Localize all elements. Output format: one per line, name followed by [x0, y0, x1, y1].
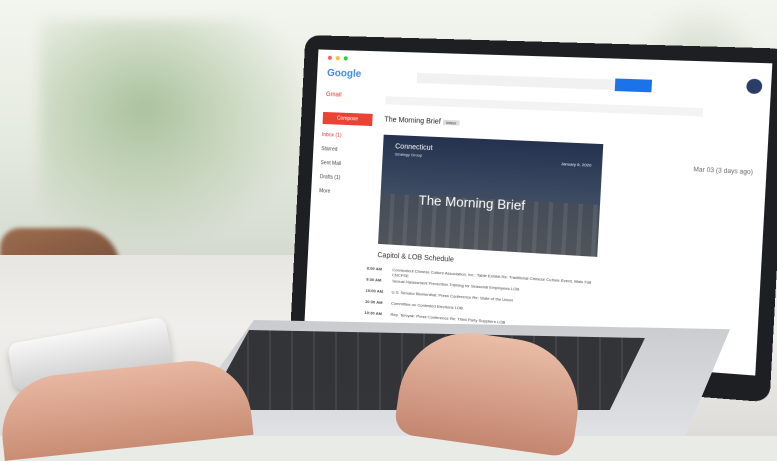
schedule-time: 9:30 AM — [366, 276, 382, 283]
schedule-time: 10:30 AM — [364, 309, 383, 317]
schedule-time: 10:30 AM — [364, 298, 383, 305]
brand-subtitle: Strategy Group — [394, 151, 423, 158]
mail-toolbar — [385, 96, 704, 117]
sidebar-item-inbox[interactable]: Inbox (1) — [322, 132, 342, 139]
search-input[interactable] — [416, 72, 616, 91]
close-dot[interactable] — [327, 55, 332, 60]
window-controls — [327, 55, 348, 61]
search-button[interactable] — [614, 78, 653, 93]
schedule-time: 8:00 AM — [366, 265, 383, 272]
brand-logo: Connecticut Strategy Group — [395, 143, 433, 159]
minimize-dot[interactable] — [335, 56, 340, 61]
schedule-event: U.S. Senator Blumenthal: Press Conferenc… — [391, 289, 514, 303]
schedule-list: 8:00 AM Connecticut Chinese Culture Assoc… — [318, 49, 772, 333]
sidebar-item-more[interactable]: More — [319, 188, 331, 195]
google-logo[interactable]: Google — [327, 68, 362, 80]
newsletter-hero: Connecticut Strategy Group January 6, 20… — [378, 134, 604, 257]
background-plant — [40, 20, 300, 240]
email-date: Mar 03 (3 days ago) — [693, 167, 754, 177]
maximize-dot[interactable] — [343, 56, 348, 61]
sidebar-item-drafts[interactable]: Drafts (1) — [320, 174, 341, 181]
email-subject: The Morning Brief — [384, 116, 441, 126]
schedule-time: 10:00 AM — [365, 287, 384, 294]
newsletter-date: January 6, 2020 — [560, 161, 592, 168]
sidebar-item-starred[interactable]: Starred — [321, 146, 337, 153]
compose-button[interactable]: Compose — [322, 111, 373, 127]
inbox-badge[interactable]: Inbox — [443, 119, 460, 126]
avatar[interactable] — [746, 78, 763, 95]
schedule-event: Committee on Contested Elections LOB — [390, 300, 464, 311]
sidebar-item-sent[interactable]: Sent Mail — [320, 160, 341, 167]
schedule-heading: Capitol & LOB Schedule — [377, 251, 455, 264]
schedule-event: Rep. Tercyak: Press Conference Re: Third… — [390, 311, 506, 325]
gmail-label[interactable]: Gmail — [326, 92, 342, 99]
